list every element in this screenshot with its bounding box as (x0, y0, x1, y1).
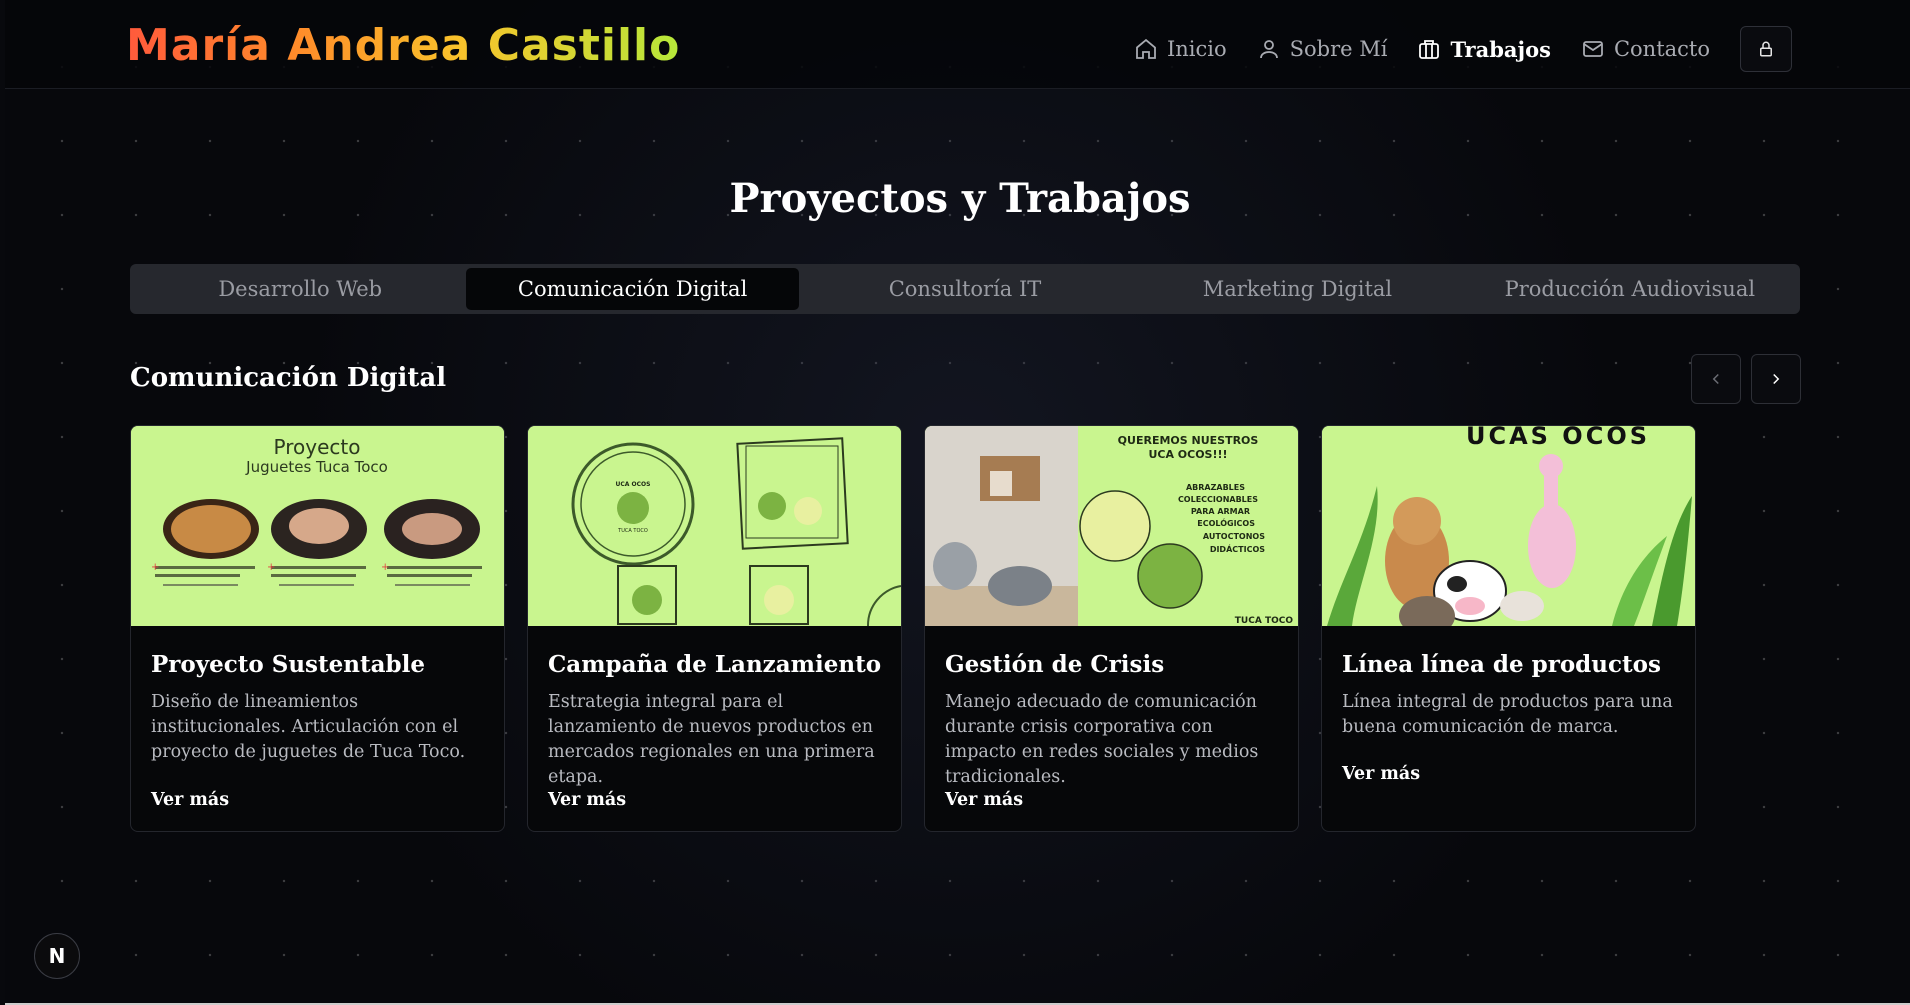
project-card[interactable]: QUEREMOS NUESTROS UCA OCOS!!! ABRAZABLES… (924, 425, 1299, 832)
category-tabs: Desarrollo Web Comunicación Digital Cons… (130, 264, 1800, 314)
project-card[interactable]: UCAS OCOS Línea línea de productos Línea… (1321, 425, 1696, 832)
section-title: Comunicación Digital (130, 363, 447, 393)
mail-icon (1583, 41, 1603, 57)
page-background: María Andrea Castillo Inicio Sobre Mí Tr… (5, 0, 1910, 1005)
home-icon (1136, 38, 1156, 59)
image-list-item: ABRAZABLES (1186, 483, 1245, 492)
project-image: UCA OCOS TUCA TOCO (528, 426, 901, 626)
card-description: Manejo adecuado de comunicación durante … (945, 692, 1259, 787)
nav-item-label: Inicio (1166, 37, 1227, 61)
tab-desarrollo-web[interactable]: Desarrollo Web (134, 268, 466, 310)
chevron-right-icon (1773, 373, 1780, 385)
see-more-link[interactable]: Ver más (151, 790, 229, 810)
site-header: María Andrea Castillo Inicio Sobre Mí Tr… (5, 0, 1910, 89)
svg-text:+: + (267, 562, 275, 573)
nav-item-label: Trabajos (1450, 36, 1551, 62)
see-more-link[interactable]: Ver más (945, 790, 1023, 810)
nav-item-label: Contacto (1613, 37, 1710, 61)
project-image: QUEREMOS NUESTROS UCA OCOS!!! ABRAZABLES… (925, 426, 1298, 626)
image-list-item: PARA ARMAR (1191, 507, 1250, 516)
card-title: Gestión de Crisis (945, 651, 1165, 678)
page-title: Proyectos y Trabajos (729, 175, 1191, 222)
project-card[interactable]: Proyecto Juguetes Tuca Toco + + + Proyec… (130, 425, 505, 832)
image-logo-top: UCA OCOS (616, 481, 651, 488)
image-subheading: Juguetes Tuca Toco (245, 458, 388, 476)
project-image: Proyecto Juguetes Tuca Toco + + + (131, 426, 504, 626)
image-list-item: COLECCIONABLES (1178, 495, 1258, 504)
svg-text:+: + (381, 562, 389, 573)
user-icon (1259, 40, 1278, 59)
carousel-next-button[interactable] (1751, 354, 1801, 404)
nav-item-inicio[interactable]: Inicio (1134, 37, 1227, 61)
svg-text:UCA OCOS!!!: UCA OCOS!!! (1148, 448, 1227, 461)
login-button[interactable] (1740, 26, 1792, 72)
lock-icon (1760, 41, 1772, 57)
carousel-prev-button[interactable] (1691, 354, 1741, 404)
image-footer: TUCA TOCO (1235, 616, 1294, 626)
tab-produccion-audiovisual[interactable]: Producción Audiovisual (1464, 268, 1796, 310)
card-description: Diseño de lineamientos institucionales. … (151, 692, 466, 762)
image-heading: UCAS OCOS (1466, 426, 1650, 450)
see-more-link[interactable]: Ver más (548, 790, 626, 810)
chevron-left-icon (1712, 373, 1719, 385)
main-nav: Inicio Sobre Mí Trabajos Contacto (1104, 26, 1792, 72)
image-list-item: ECOLÓGICOS (1197, 517, 1255, 528)
image-heading: Proyecto (274, 435, 361, 459)
project-carousel: Proyecto Juguetes Tuca Toco + + + Proyec… (130, 425, 1718, 832)
card-title: Proyecto Sustentable (151, 651, 425, 678)
nav-item-label: Sobre Mí (1289, 37, 1388, 61)
tab-consultoria-it[interactable]: Consultoría IT (799, 268, 1131, 310)
see-more-link[interactable]: Ver más (1342, 764, 1420, 784)
nav-item-sobre-mi[interactable]: Sobre Mí (1257, 37, 1388, 61)
nav-item-contacto[interactable]: Contacto (1581, 37, 1710, 61)
image-logo-bottom: TUCA TOCO (617, 528, 648, 534)
briefcase-icon (1419, 40, 1440, 59)
image-list-item: AUTOCTONOS (1203, 532, 1265, 541)
project-card[interactable]: UCA OCOS TUCA TOCO Campaña de Lanzamient… (527, 425, 902, 832)
tab-comunicacion-digital[interactable]: Comunicación Digital (466, 268, 799, 310)
image-list-item: DIDÁCTICOS (1210, 543, 1265, 554)
site-logo[interactable]: María Andrea Castillo (126, 20, 680, 71)
svg-text:+: + (151, 562, 159, 573)
card-title: Campaña de Lanzamiento (548, 651, 882, 678)
dev-tools-badge[interactable]: N (34, 933, 80, 979)
tab-marketing-digital[interactable]: Marketing Digital (1131, 268, 1463, 310)
card-description: Línea integral de productos para una bue… (1342, 692, 1673, 737)
card-title: Línea línea de productos (1342, 651, 1661, 678)
card-description: Estrategia integral para el lanzamiento … (548, 692, 875, 787)
svg-text:QUEREMOS NUESTROS: QUEREMOS NUESTROS (1118, 434, 1259, 447)
project-image: UCAS OCOS (1322, 426, 1695, 626)
nav-item-trabajos[interactable]: Trabajos (1417, 37, 1551, 62)
